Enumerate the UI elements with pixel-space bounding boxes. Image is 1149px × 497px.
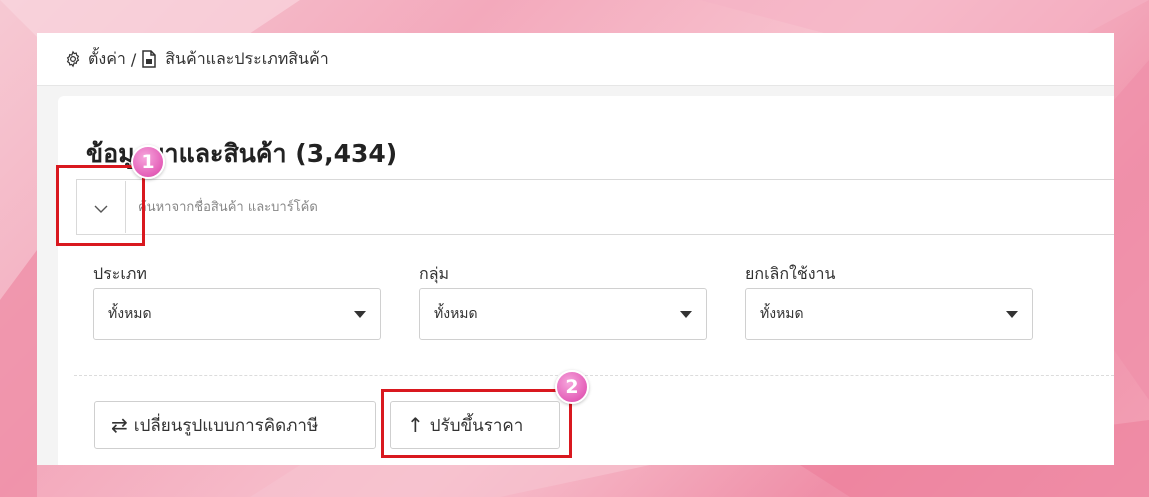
- filter-type-select[interactable]: ทั้งหมด: [93, 288, 381, 340]
- breadcrumb-settings[interactable]: ตั้งค่า: [88, 47, 126, 72]
- highlight-box-step2: [381, 389, 572, 458]
- search-bar: [76, 179, 1114, 235]
- change-tax-label: เปลี่ยนรูปแบบการคิดภาษี: [133, 415, 319, 436]
- divider: [74, 375, 1114, 376]
- filter-type: ประเภท ทั้งหมด: [93, 262, 381, 340]
- swap-arrows-icon: ⇄: [111, 413, 128, 437]
- filter-group: กลุ่ม ทั้งหมด: [419, 262, 707, 340]
- filter-group-label: กลุ่ม: [419, 264, 450, 283]
- filter-group-value: ทั้งหมด: [434, 306, 478, 322]
- breadcrumb-products: สินค้าและประเภทสินค้า: [165, 48, 329, 68]
- filter-type-label: ประเภท: [93, 264, 147, 283]
- top-bar: ตั้งค่า / สินค้าและประเภทสินค้า: [37, 33, 1114, 86]
- gear-icon: [64, 50, 82, 68]
- filter-inactive: ยกเลิกใช้งาน ทั้งหมด: [745, 262, 1033, 340]
- change-tax-button[interactable]: ⇄ เปลี่ยนรูปแบบการคิดภาษี: [94, 401, 376, 449]
- highlight-box-step1: [56, 165, 145, 246]
- caret-down-icon: [1006, 310, 1018, 318]
- breadcrumb: ตั้งค่า / สินค้าและประเภทสินค้า: [64, 47, 329, 72]
- filter-inactive-select[interactable]: ทั้งหมด: [745, 288, 1033, 340]
- step-badge-2: 2: [555, 370, 589, 404]
- document-icon: [141, 50, 159, 68]
- content-card: ข้อมูลยาและสินค้า (3,434) ประเภท ทั้งหมด…: [58, 96, 1114, 465]
- caret-down-icon: [354, 310, 366, 318]
- step-badge-1: 1: [131, 145, 165, 179]
- filter-type-value: ทั้งหมด: [108, 306, 152, 322]
- filter-inactive-value: ทั้งหมด: [760, 306, 804, 322]
- filter-inactive-label: ยกเลิกใช้งาน: [745, 264, 836, 283]
- breadcrumb-separator: /: [130, 49, 137, 69]
- caret-down-icon: [680, 310, 692, 318]
- filter-group-select[interactable]: ทั้งหมด: [419, 288, 707, 340]
- search-input[interactable]: [136, 186, 1114, 228]
